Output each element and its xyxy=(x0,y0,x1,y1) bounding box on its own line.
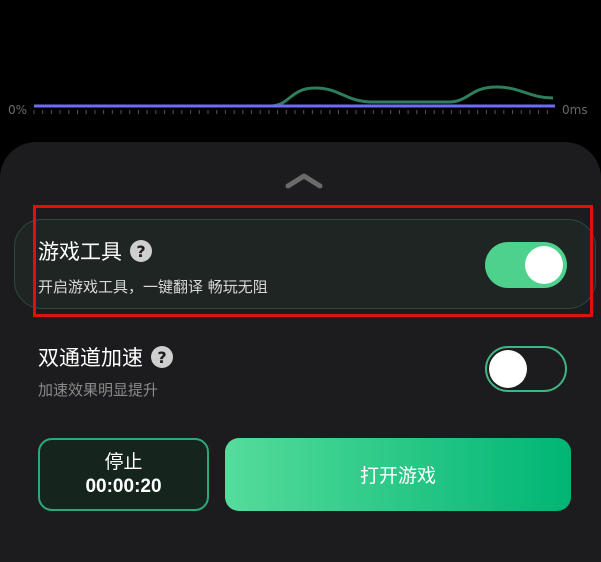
open-game-button[interactable]: 打开游戏 xyxy=(225,438,571,511)
stop-button[interactable]: 停止 00:00:20 xyxy=(38,438,209,511)
stop-label: 停止 xyxy=(104,450,143,473)
latency-line xyxy=(269,85,554,108)
network-graph: 0% 0ms xyxy=(0,0,601,140)
graph-left-label: 0% xyxy=(8,103,28,117)
highlight-frame xyxy=(33,205,593,317)
chevron-up-icon[interactable] xyxy=(285,170,323,190)
dual-channel-toggle[interactable] xyxy=(485,346,567,392)
latency-chart xyxy=(33,85,555,114)
dual-channel-label: 双通道加速 xyxy=(38,346,143,370)
graph-ticks xyxy=(33,110,548,114)
dual-channel-subtitle: 加速效果明显提升 xyxy=(38,381,159,399)
question-circle-icon[interactable]: ? xyxy=(151,346,173,368)
dual-channel-title: 双通道加速 ? xyxy=(38,342,173,372)
toggle-knob xyxy=(489,350,527,388)
graph-right-label: 0ms xyxy=(562,103,588,117)
elapsed-time: 00:00:20 xyxy=(85,475,162,497)
